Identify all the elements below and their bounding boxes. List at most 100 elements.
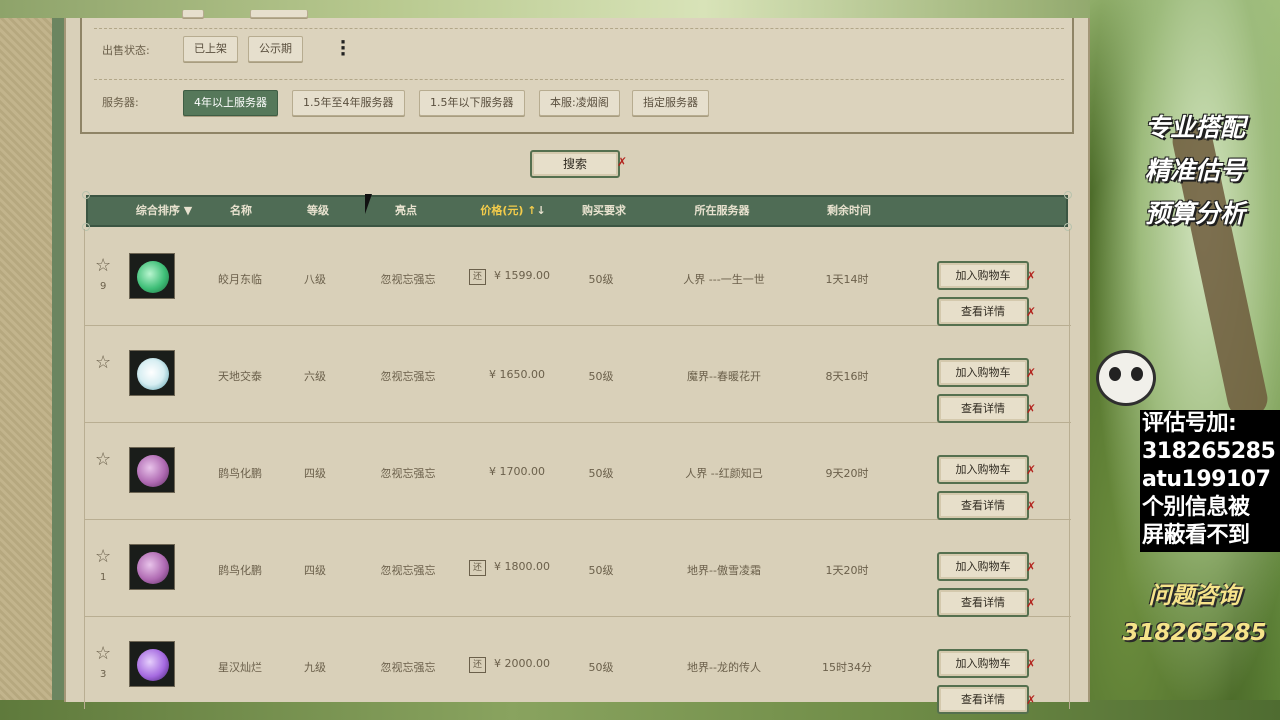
jade-orb-icon	[137, 261, 169, 293]
haggle-badge: 还	[469, 657, 486, 673]
background-left-pattern	[0, 18, 56, 702]
pearl-orb-icon	[137, 358, 169, 390]
item-server: 地界--龙的传人	[687, 661, 761, 674]
requirement-header: 购买要求	[582, 204, 626, 217]
promo-ask-line: 318265285	[1122, 620, 1267, 646]
mouse-cursor-icon	[365, 194, 379, 214]
item-level: 四级	[304, 564, 326, 577]
item-level: 四级	[304, 467, 326, 480]
item-price: ¥ 1800.00	[494, 560, 550, 573]
item-requirement: 50级	[588, 370, 614, 383]
table-row: ☆ 天地交泰 六级 忽视忘强忘 ¥ 1650.00 50级 魔界--春暖花开 8…	[85, 326, 1071, 423]
item-requirement: 50级	[588, 564, 614, 577]
add-to-cart-button[interactable]: 加入购物车	[937, 649, 1029, 678]
item-highlight: 忽视忘强忘	[380, 370, 436, 383]
table-row: ☆ 1 鹍鸟化鹏 四级 忽视忘强忘 还 ¥ 1800.00 50级 地界--傲雪…	[85, 520, 1071, 617]
server-option[interactable]: 1.5年以下服务器	[419, 90, 525, 116]
violet-orb-icon	[137, 649, 169, 681]
promo-line: 专业搭配	[1144, 113, 1245, 142]
item-image[interactable]	[129, 641, 175, 687]
amethyst-orb-icon	[137, 552, 169, 584]
corner-ornament	[1064, 191, 1072, 199]
view-details-button[interactable]: 查看详情	[937, 685, 1029, 714]
favorite-count: 1	[100, 572, 107, 583]
table-row: ☆ 鹍鸟化鹏 四级 忽视忘强忘 ¥ 1700.00 50级 人界 --红颜知己 …	[85, 423, 1071, 520]
server-option[interactable]: 本服:凌烟阁	[539, 90, 620, 116]
favorite-star-icon[interactable]: ☆	[95, 451, 111, 469]
add-to-cart-button[interactable]: 加入购物车	[937, 261, 1029, 290]
corner-ornament	[82, 191, 90, 199]
item-highlight: 忽视忘强忘	[380, 661, 436, 674]
ribbon-icon: ✗	[1026, 463, 1037, 477]
favorite-star-icon[interactable]: ☆	[95, 354, 111, 372]
item-image[interactable]	[129, 447, 175, 493]
chip-top-partial	[250, 10, 308, 18]
item-name[interactable]: 鹍鸟化鹏	[195, 562, 285, 578]
view-details-button[interactable]: 查看详情	[937, 491, 1029, 520]
sort-header-label: 综合排序	[135, 204, 180, 217]
table-row: ☆ 3 星汉灿烂 九级 忽视忘强忘 还 ¥ 2000.00 50级 地界--龙的…	[85, 617, 1071, 714]
server-option[interactable]: 指定服务器	[632, 90, 709, 116]
item-highlight: 忽视忘强忘	[380, 564, 436, 577]
item-highlight: 忽视忘强忘	[380, 467, 436, 480]
sale-status-option[interactable]: 公示期	[248, 36, 303, 62]
promo-box-line: 318265285	[1142, 439, 1276, 464]
item-level: 八级	[304, 273, 326, 286]
amethyst-orb-icon	[137, 455, 169, 487]
item-server: 人界 --红颜知己	[685, 467, 763, 480]
item-requirement: 50级	[588, 467, 614, 480]
ribbon-icon: ✗	[617, 155, 628, 169]
promo-box-line: atu199107	[1142, 467, 1271, 492]
background-left-band	[52, 18, 64, 702]
view-details-button[interactable]: 查看详情	[937, 297, 1029, 326]
item-name[interactable]: 鹍鸟化鹏	[195, 465, 285, 481]
item-image[interactable]	[129, 544, 175, 590]
item-remaining: 1天20时	[825, 564, 869, 577]
haggle-badge: 还	[469, 269, 486, 285]
server-label: 服务器:	[102, 96, 139, 109]
item-image[interactable]	[129, 350, 175, 396]
ribbon-icon: ✗	[1026, 402, 1037, 416]
item-server: 人界 ---一生一世	[683, 273, 765, 286]
arrow-down-icon: ↓	[536, 204, 546, 217]
panda-icon	[1096, 350, 1156, 406]
ribbon-icon: ✗	[1026, 499, 1037, 513]
sale-status-option[interactable]: 已上架	[183, 36, 238, 62]
item-remaining: 1天14时	[825, 273, 869, 286]
haggle-badge: 还	[469, 560, 486, 576]
search-button[interactable]: 搜索	[530, 150, 620, 178]
ribbon-icon: ✗	[1026, 305, 1037, 319]
item-name[interactable]: 星汉灿烂	[195, 659, 285, 675]
promo-line: 预算分析	[1144, 199, 1245, 228]
promo-ask-line: 问题咨询	[1148, 583, 1241, 609]
item-image[interactable]	[129, 253, 175, 299]
level-header: 等级	[307, 204, 329, 217]
view-details-button[interactable]: 查看详情	[937, 588, 1029, 617]
add-to-cart-button[interactable]: 加入购物车	[937, 455, 1029, 484]
price-header[interactable]: 价格(元) ↑↓	[468, 197, 558, 225]
more-options-icon[interactable]: · · ·	[338, 34, 348, 64]
server-header: 所在服务器	[694, 204, 750, 217]
favorite-star-icon[interactable]: ☆	[95, 645, 111, 663]
item-name[interactable]: 皎月东临	[195, 271, 285, 287]
favorite-star-icon[interactable]: ☆	[95, 548, 111, 566]
chip-top-partial	[182, 10, 204, 18]
promo-ask: 问题咨询 318265285	[1112, 578, 1277, 652]
view-details-button[interactable]: 查看详情	[937, 394, 1029, 423]
sort-header[interactable]: 综合排序 ▼	[124, 197, 204, 225]
server-option[interactable]: 1.5年至4年服务器	[292, 90, 405, 116]
add-to-cart-button[interactable]: 加入购物车	[937, 358, 1029, 387]
add-to-cart-button[interactable]: 加入购物车	[937, 552, 1029, 581]
ribbon-icon: ✗	[1026, 596, 1037, 610]
item-level: 六级	[304, 370, 326, 383]
item-requirement: 50级	[588, 661, 614, 674]
favorite-count: 3	[100, 669, 107, 680]
market-panel: 出售状态: 已上架 公示期 · · · 服务器: 4年以上服务器 1.5年至4年服务…	[64, 10, 1090, 714]
promo-box-line: 屏蔽看不到	[1142, 523, 1250, 548]
favorite-star-icon[interactable]: ☆	[95, 257, 111, 275]
server-option-active[interactable]: 4年以上服务器	[183, 90, 278, 116]
ribbon-icon: ✗	[1026, 366, 1037, 380]
item-price: ¥ 2000.00	[494, 657, 550, 670]
item-name[interactable]: 天地交泰	[195, 368, 285, 384]
highlight-header: 亮点	[395, 204, 417, 217]
